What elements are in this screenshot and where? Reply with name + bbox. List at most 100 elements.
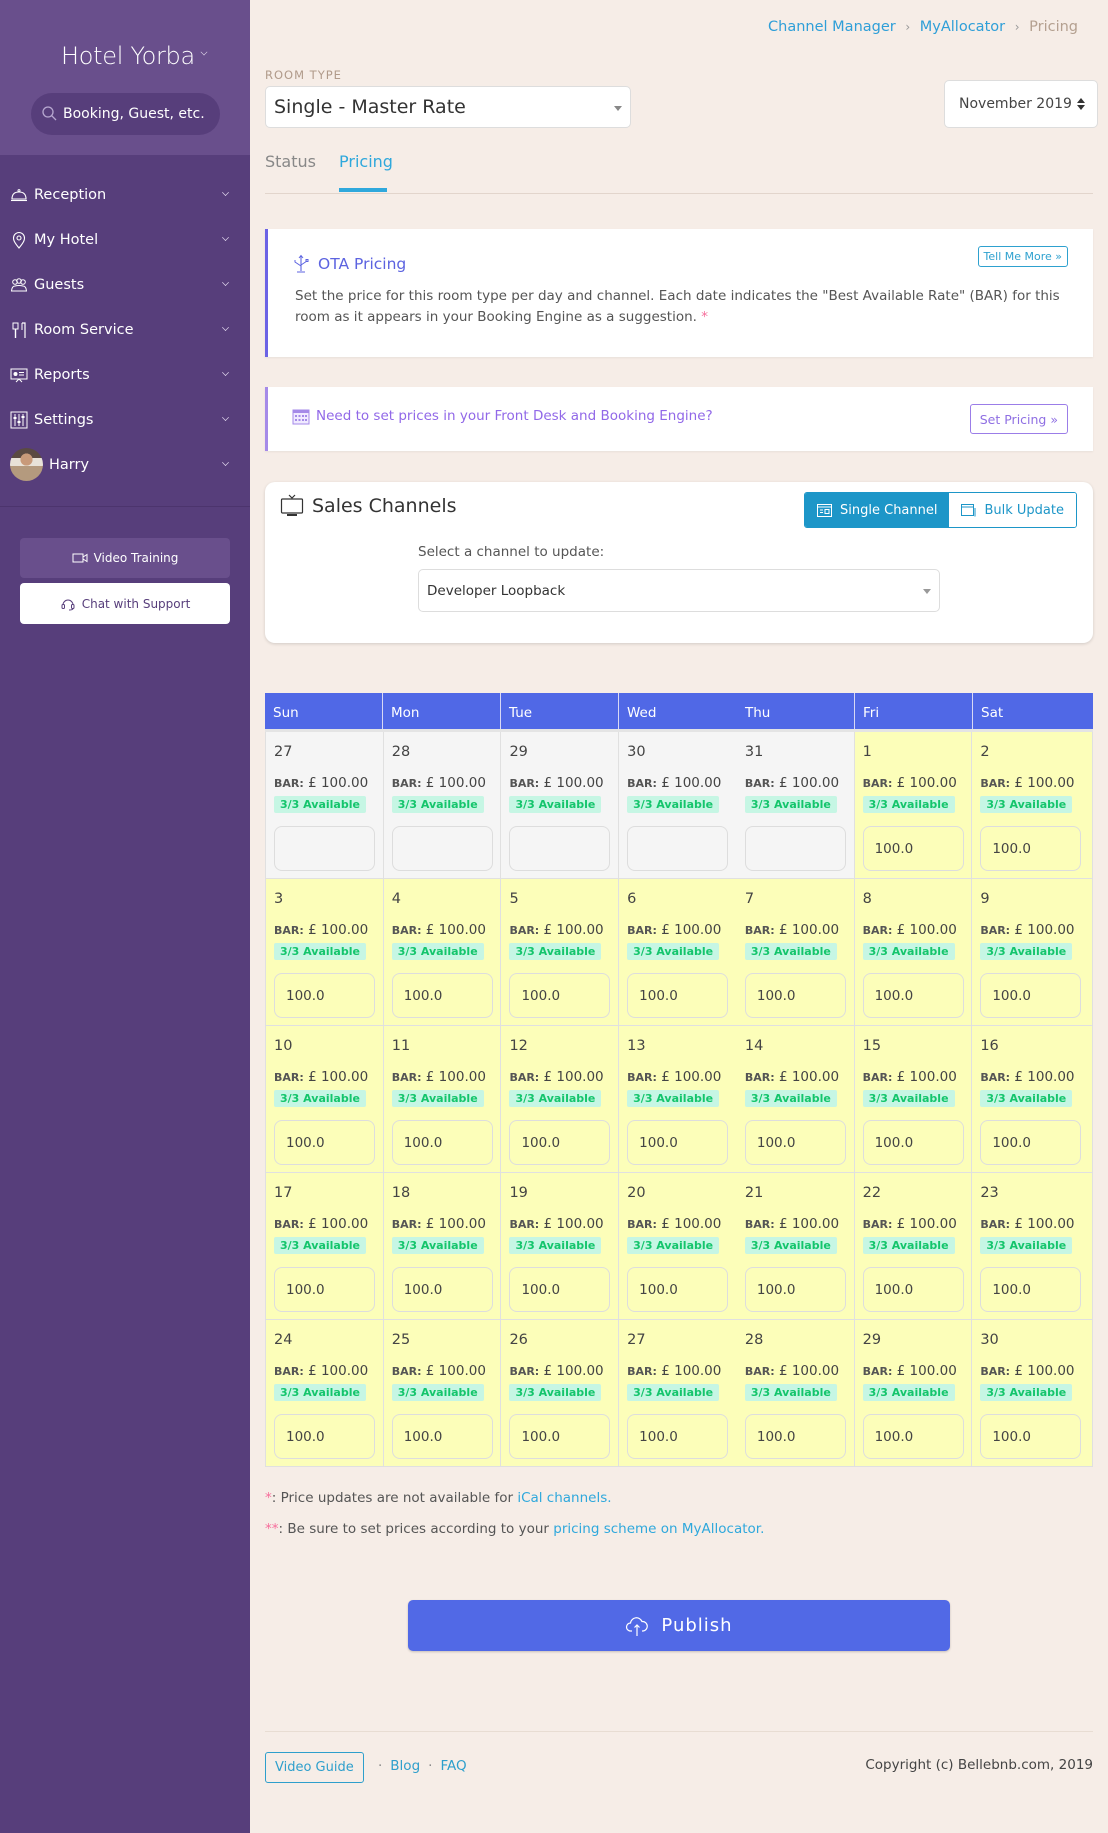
price-input[interactable] — [391, 1267, 493, 1312]
price-input[interactable] — [744, 973, 846, 1018]
price-input[interactable] — [391, 1414, 493, 1459]
price-input[interactable] — [744, 1120, 846, 1165]
chat-support-button[interactable]: Chat with Support — [20, 583, 230, 624]
price-input[interactable] — [509, 1414, 611, 1459]
sales-channels-title-text: Sales Channels — [312, 495, 457, 517]
price-input[interactable] — [391, 973, 493, 1018]
video-training-button[interactable]: Video Training — [20, 538, 230, 578]
price-input[interactable] — [980, 826, 1082, 871]
ical-channels-link[interactable]: iCal channels. — [517, 1490, 611, 1506]
price-input[interactable] — [391, 826, 493, 871]
global-search[interactable] — [31, 93, 220, 135]
pricing-scheme-link[interactable]: pricing scheme on MyAllocator. — [553, 1521, 764, 1537]
window-icon — [817, 503, 833, 517]
availability-badge: 3/3 Available — [509, 796, 602, 813]
calendar-body: 27 BAR: £ 100.00 3/3 Available 28 BAR: £… — [265, 732, 1093, 1467]
sidebar-item-label: Reports — [34, 366, 90, 383]
price-input[interactable] — [744, 1414, 846, 1459]
tab-pricing[interactable]: Pricing — [339, 152, 393, 171]
bar-value: £ 100.00 — [778, 1363, 840, 1379]
sidebar-item-guests[interactable]: Guests — [0, 262, 250, 307]
calendar-day-cell: 22 BAR: £ 100.00 3/3 Available — [854, 1173, 973, 1319]
availability-badge: 3/3 Available — [391, 1384, 484, 1401]
calendar-day-cell: 6 BAR: £ 100.00 3/3 Available — [619, 879, 737, 1025]
bar-label: BAR: — [391, 1365, 422, 1378]
availability-badge: 3/3 Available — [274, 1090, 366, 1107]
price-input[interactable] — [509, 1120, 611, 1165]
price-input[interactable] — [627, 826, 729, 871]
faq-link[interactable]: FAQ — [440, 1758, 466, 1774]
blog-link[interactable]: Blog — [390, 1758, 420, 1774]
hotel-switcher[interactable]: Hotel Yorba — [61, 42, 195, 70]
breadcrumb-channel-manager[interactable]: Channel Manager — [768, 19, 896, 35]
day-number: 18 — [391, 1185, 411, 1201]
bar-label: BAR: — [274, 1218, 304, 1231]
chevron-down-icon — [222, 414, 229, 421]
breadcrumb-myallocator[interactable]: MyAllocator — [920, 19, 1005, 35]
month-select[interactable]: November 2019 — [944, 80, 1098, 128]
chevron-down-icon[interactable] — [200, 48, 208, 56]
sidebar-item-settings[interactable]: Settings — [0, 397, 250, 442]
price-input[interactable] — [274, 973, 375, 1018]
price-input[interactable] — [980, 973, 1082, 1018]
price-input[interactable] — [627, 1414, 729, 1459]
price-input[interactable] — [980, 1267, 1082, 1312]
day-number: 19 — [509, 1185, 528, 1201]
set-pricing-button[interactable]: Set Pricing » — [969, 404, 1068, 434]
tab-status[interactable]: Status — [265, 152, 316, 171]
bar-rate: BAR: £ 100.00 — [863, 1069, 957, 1085]
price-input[interactable] — [627, 973, 729, 1018]
bar-rate: BAR: £ 100.00 — [627, 1363, 721, 1379]
avatar — [10, 448, 43, 481]
search-input[interactable] — [63, 106, 213, 122]
price-input[interactable] — [744, 1267, 846, 1312]
price-input[interactable] — [274, 826, 375, 871]
bar-label: BAR: — [980, 924, 1011, 937]
price-input[interactable] — [627, 1267, 729, 1312]
bulk-update-button[interactable]: Bulk Update — [949, 493, 1076, 527]
room-type-select[interactable]: Single - Master Rate — [265, 86, 631, 128]
front-desk-card: Need to set prices in your Front Desk an… — [265, 387, 1093, 451]
ota-title-text: OTA Pricing — [318, 255, 407, 273]
price-input[interactable] — [274, 1120, 375, 1165]
channel-select[interactable]: Developer Loopback — [418, 569, 940, 612]
price-input[interactable] — [627, 1120, 729, 1165]
price-input[interactable] — [980, 1120, 1082, 1165]
price-input[interactable] — [274, 1414, 375, 1459]
availability-badge: 3/3 Available — [274, 943, 366, 960]
tv-icon — [280, 494, 304, 516]
single-channel-button[interactable]: Single Channel — [805, 493, 950, 527]
bar-label: BAR: — [509, 1218, 540, 1231]
day-number: 6 — [627, 891, 637, 907]
price-input[interactable] — [509, 826, 611, 871]
price-input[interactable] — [509, 973, 611, 1018]
sidebar-item-user[interactable]: Harry — [0, 442, 250, 487]
publish-button[interactable]: Publish — [408, 1600, 950, 1651]
price-input[interactable] — [509, 1267, 611, 1312]
availability-badge: 3/3 Available — [744, 943, 837, 960]
map-pin-icon — [10, 231, 28, 249]
price-input[interactable] — [862, 826, 964, 871]
price-input[interactable] — [744, 826, 846, 871]
sidebar-item-my-hotel[interactable]: My Hotel — [0, 217, 250, 262]
availability-badge: 3/3 Available — [980, 1237, 1073, 1254]
price-input[interactable] — [862, 973, 964, 1018]
sidebar-item-room-service[interactable]: Room Service — [0, 307, 250, 352]
price-input[interactable] — [862, 1267, 964, 1312]
bar-value: £ 100.00 — [896, 1216, 957, 1232]
bar-rate: BAR: £ 100.00 — [745, 922, 839, 938]
price-input[interactable] — [862, 1414, 964, 1459]
sidebar-item-reception[interactable]: Reception — [0, 172, 250, 217]
price-input[interactable] — [980, 1414, 1082, 1459]
tell-me-more-button[interactable]: Tell Me More » — [977, 246, 1068, 267]
bar-label: BAR: — [627, 1218, 657, 1231]
bar-label: BAR: — [980, 1218, 1011, 1231]
day-number: 1 — [862, 744, 872, 760]
price-input[interactable] — [391, 1120, 493, 1165]
sidebar-item-reports[interactable]: Reports — [0, 352, 250, 397]
day-number: 17 — [274, 1185, 293, 1201]
price-input[interactable] — [274, 1267, 375, 1312]
video-guide-button[interactable]: Video Guide — [265, 1752, 364, 1783]
day-number: 12 — [509, 1038, 528, 1054]
price-input[interactable] — [862, 1120, 964, 1165]
